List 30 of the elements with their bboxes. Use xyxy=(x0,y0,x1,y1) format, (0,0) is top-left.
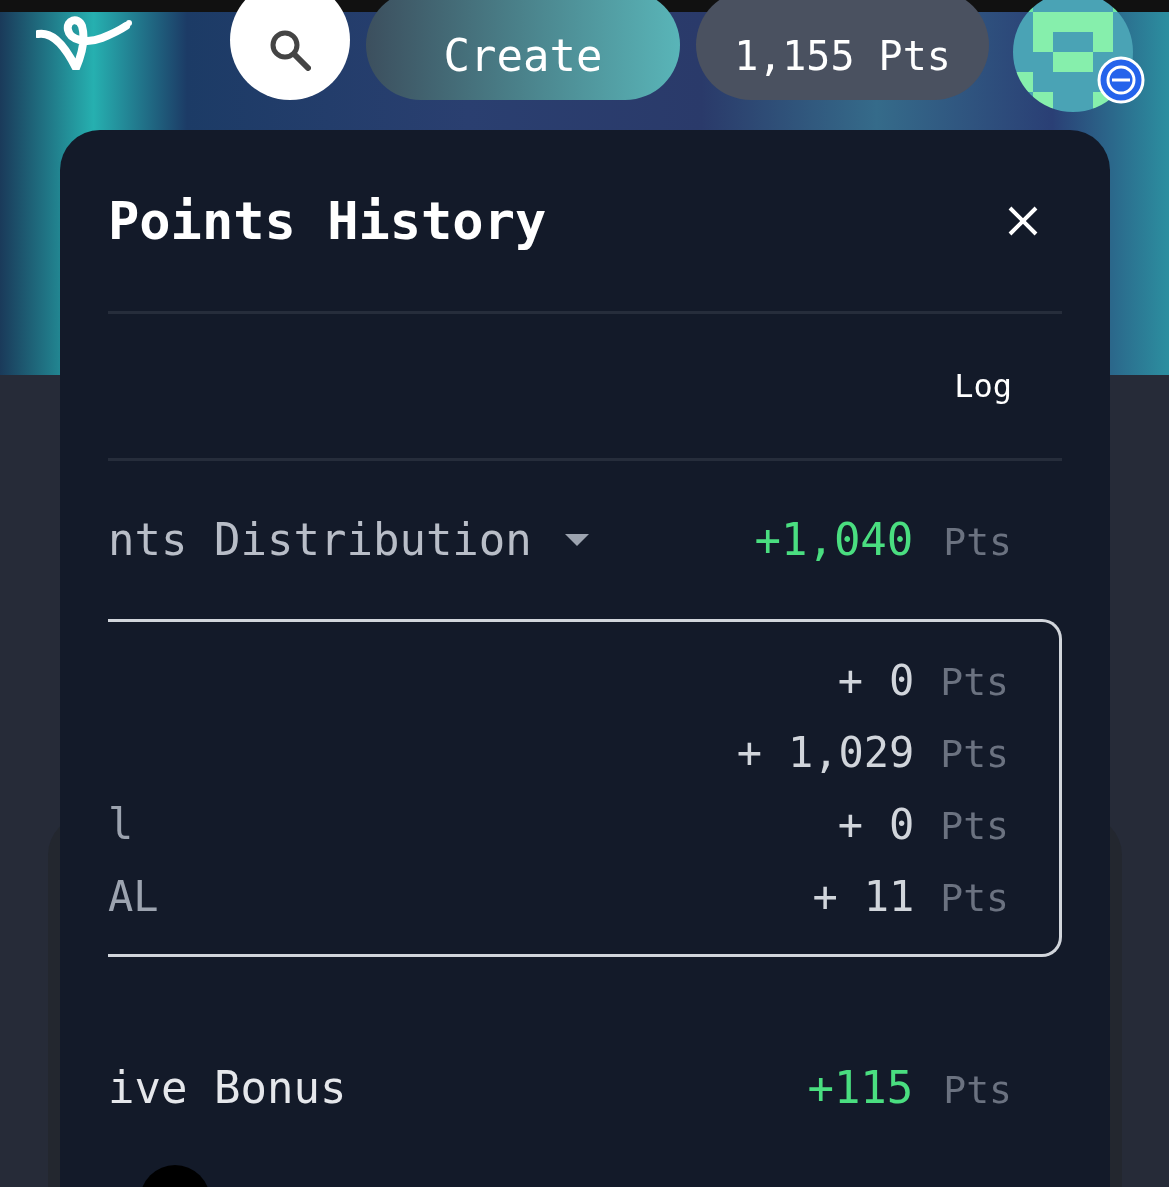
create-button[interactable]: Create xyxy=(366,0,680,100)
points-unit: Pts xyxy=(940,874,1009,922)
close-icon[interactable] xyxy=(1008,205,1038,236)
breakdown-sign: + xyxy=(812,870,838,923)
points-button[interactable]: 1,155 Pts xyxy=(696,0,989,100)
caret-icon[interactable] xyxy=(563,533,590,547)
points-amount: +115 xyxy=(807,1061,914,1115)
breakdown-amount: 0 xyxy=(889,798,915,851)
entry-label: ive Bonus xyxy=(108,1061,347,1115)
points-unit: Pts xyxy=(943,519,1012,566)
points-unit: Pts xyxy=(940,802,1009,850)
breakdown-amount: 1,029 xyxy=(787,726,915,779)
points-unit: Pts xyxy=(940,658,1009,706)
points-amount: +1,040 xyxy=(754,513,914,567)
points-unit: Pts xyxy=(940,730,1009,778)
breakdown-label: l xyxy=(108,798,134,851)
logo-icon xyxy=(36,14,132,70)
breakdown-sign: + xyxy=(736,726,762,779)
breakdown-amount: 11 xyxy=(863,870,915,923)
breakdown-label: AL xyxy=(108,870,159,923)
points-unit: Pts xyxy=(943,1067,1012,1114)
breakdown-sign: + xyxy=(837,798,864,851)
minus-badge-icon xyxy=(1097,56,1145,104)
breakdown-sign: + xyxy=(837,654,864,707)
avatar-icon[interactable] xyxy=(1013,0,1133,112)
log-tab[interactable]: Log xyxy=(954,362,1012,410)
entry-label: nts Distribution xyxy=(108,513,532,567)
breakdown-amount: 0 xyxy=(889,654,915,707)
dialog-title: Points History xyxy=(108,189,547,253)
search-icon xyxy=(269,29,311,71)
